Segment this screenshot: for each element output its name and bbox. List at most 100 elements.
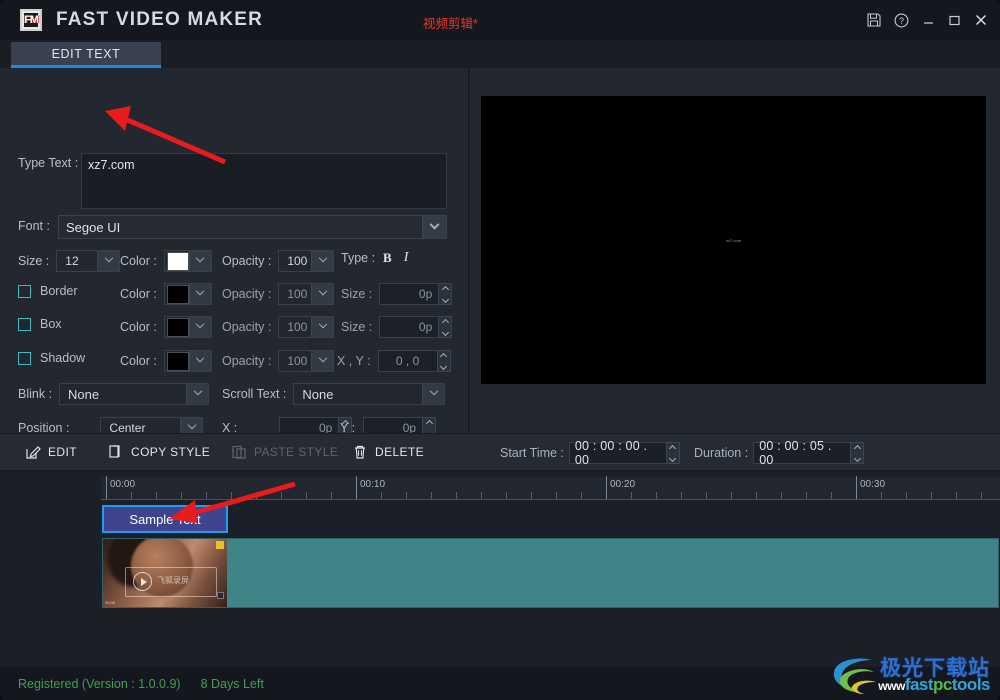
border-color-select[interactable] [163, 283, 212, 305]
delete-button[interactable]: DELETE [352, 444, 424, 460]
shadow-checkbox[interactable] [18, 351, 31, 365]
shadow-color-select[interactable] [163, 350, 212, 372]
edit-button[interactable]: EDIT [25, 444, 77, 460]
paste-style-button[interactable]: PASTE STYLE [231, 444, 338, 460]
box-checkbox-group[interactable]: Box [18, 317, 62, 331]
text-color-swatch[interactable] [166, 251, 189, 271]
ruler-major-tick [606, 476, 607, 499]
ruler-minor-tick [581, 492, 582, 499]
border-color-group: Color : [120, 283, 212, 305]
chevron-down-icon[interactable] [311, 284, 334, 304]
tab-bar: EDIT TEXT [0, 40, 1000, 68]
duration-field[interactable]: 00 : 00 : 05 . 00 [753, 439, 865, 467]
border-opacity-value: 100 [287, 287, 308, 301]
ruler-minor-tick [456, 492, 457, 499]
box-checkbox[interactable] [18, 317, 31, 331]
chevron-down-icon[interactable] [311, 351, 334, 371]
close-icon[interactable] [974, 13, 988, 27]
font-select[interactable]: Segoe UI [58, 215, 447, 239]
scroll-text-select[interactable]: None [293, 383, 446, 405]
chevron-down-icon[interactable] [311, 317, 334, 337]
text-clip-label: Sample Text [129, 511, 201, 527]
copy-style-button-label: COPY STYLE [131, 445, 211, 459]
border-size-label: Size : [341, 287, 373, 301]
project-title: 视频剪辑* [423, 17, 478, 31]
shadow-opacity-select[interactable]: 100 [278, 350, 335, 372]
box-color-swatch[interactable] [166, 317, 189, 337]
blink-select[interactable]: None [59, 383, 210, 405]
border-color-swatch[interactable] [166, 284, 189, 304]
copy-style-button[interactable]: COPY STYLE [108, 444, 210, 460]
color-label: Color : [120, 254, 157, 268]
chevron-down-icon[interactable] [422, 216, 446, 238]
ruler-minor-tick [556, 492, 557, 499]
box-size-spinner[interactable] [438, 316, 453, 338]
preview-overlay-text: xz7.com [726, 237, 741, 243]
ruler-minor-tick [331, 492, 332, 499]
text-clip[interactable]: Sample Text [102, 505, 228, 533]
minimize-icon[interactable] [922, 14, 935, 27]
border-size-value: 0p [418, 287, 433, 301]
shadow-xy-stepper[interactable]: 0 , 0 [377, 350, 451, 372]
size-value: 12 [65, 254, 79, 268]
ruler-minor-tick [156, 492, 157, 499]
chevron-down-icon[interactable] [188, 317, 211, 337]
ruler-minor-tick [781, 492, 782, 499]
clip-toolbar: EDIT COPY STYLE PASTE STYLE DELETE Start… [0, 433, 1000, 471]
border-size-group: Size : 0p [341, 283, 453, 305]
border-size-stepper[interactable]: 0p [379, 283, 453, 305]
chevron-down-icon[interactable] [186, 384, 209, 404]
border-size-spinner[interactable] [438, 283, 453, 305]
type-text-label: Type Text : [18, 156, 79, 170]
video-preview[interactable]: xz7.com [481, 96, 986, 384]
ruler-minor-tick [256, 492, 257, 499]
help-icon[interactable]: ? [894, 13, 909, 28]
box-size-label: Size : [341, 320, 373, 334]
bold-button[interactable]: B [383, 250, 392, 266]
opacity-value: 100 [287, 254, 308, 268]
type-text-input[interactable] [81, 153, 447, 209]
ruler-major-tick [356, 476, 357, 499]
shadow-xy-spinner[interactable] [436, 350, 451, 372]
chevron-down-icon[interactable] [97, 251, 120, 271]
duration-spinner[interactable] [850, 442, 865, 464]
shadow-color-swatch[interactable] [166, 351, 189, 371]
start-time-group: Start Time : 00 : 00 : 00 . 00 [500, 439, 680, 467]
scroll-text-group: Scroll Text : None [222, 383, 446, 405]
chevron-down-icon[interactable] [422, 384, 445, 404]
size-select[interactable]: 12 [56, 250, 121, 272]
timeline-ruler[interactable]: 00:00 00:10 00:20 00:30 [101, 476, 1000, 500]
start-time-value: 00 : 00 : 00 . 00 [574, 439, 648, 467]
ruler-minor-tick [956, 492, 957, 499]
ruler-minor-tick [231, 492, 232, 499]
chevron-down-icon[interactable] [188, 351, 211, 371]
box-color-select[interactable] [163, 316, 212, 338]
start-time-spinner[interactable] [665, 442, 680, 464]
font-value: Segoe UI [66, 219, 121, 235]
scroll-text-value: None [302, 386, 334, 402]
opacity-select[interactable]: 100 [278, 250, 335, 272]
start-time-field[interactable]: 00 : 00 : 00 . 00 [568, 439, 680, 467]
ruler-major-tick [856, 476, 857, 499]
border-checkbox[interactable] [18, 284, 31, 298]
chevron-down-icon[interactable] [188, 284, 211, 304]
type-label: Type : [341, 251, 376, 265]
box-label: Box [40, 317, 62, 331]
media-clip[interactable]: 飞狐录屏 00:05 [102, 538, 999, 608]
ruler-label: 00:10 [360, 479, 386, 490]
tab-edit-text[interactable]: EDIT TEXT [11, 42, 161, 68]
chevron-down-icon[interactable] [311, 251, 334, 271]
chevron-down-icon[interactable] [188, 251, 211, 271]
save-icon[interactable] [867, 13, 881, 27]
duration-label: Duration : [694, 446, 749, 460]
text-color-select[interactable] [163, 250, 212, 272]
italic-button[interactable]: I [404, 250, 409, 266]
border-opacity-select[interactable]: 100 [278, 283, 335, 305]
ruler-minor-tick [756, 492, 757, 499]
border-checkbox-group[interactable]: Border [18, 284, 78, 298]
ruler-minor-tick [381, 492, 382, 499]
maximize-icon[interactable] [948, 14, 961, 27]
box-opacity-select[interactable]: 100 [278, 316, 335, 338]
shadow-checkbox-group[interactable]: Shadow [18, 351, 85, 365]
box-size-stepper[interactable]: 0p [379, 316, 453, 338]
